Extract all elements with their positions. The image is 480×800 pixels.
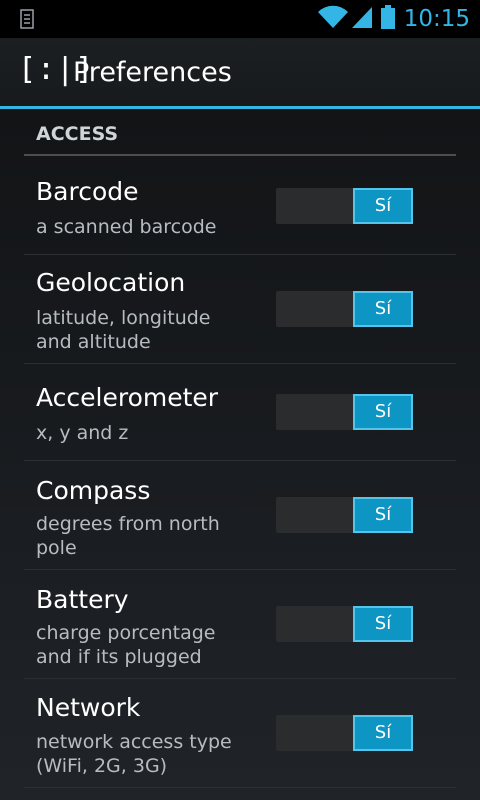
toggle-on-label: Sí	[353, 715, 413, 751]
status-time: 10:15	[403, 6, 470, 32]
battery-icon	[380, 5, 395, 33]
pref-summary: charge porcentage and if its plugged	[36, 622, 216, 668]
pref-title: Network	[36, 693, 141, 722]
pref-summary: latitude, longitude and altitude	[36, 307, 211, 353]
toggle-accelerometer[interactable]: Sí	[276, 394, 413, 430]
usb-debug-icon	[20, 9, 34, 29]
pref-title: Accelerometer	[36, 383, 219, 412]
toggle-compass[interactable]: Sí	[276, 497, 413, 533]
pref-title: Barcode	[36, 177, 139, 206]
section-header-access: ACCESS	[36, 123, 119, 145]
page-title: Preferences	[73, 57, 232, 88]
signal-icon	[351, 5, 373, 33]
toggle-battery[interactable]: Sí	[276, 606, 413, 642]
pref-title: Compass	[36, 476, 151, 505]
pref-row-network[interactable]: Network network access type (WiFi, 2G, 3…	[24, 679, 456, 788]
pref-row-accelerometer[interactable]: Accelerometer x, y and z Sí	[24, 364, 456, 461]
status-bar: 10:15	[0, 0, 480, 38]
toggle-on-label: Sí	[353, 497, 413, 533]
toggle-on-label: Sí	[353, 606, 413, 642]
toggle-on-label: Sí	[353, 188, 413, 224]
toggle-on-label: Sí	[353, 394, 413, 430]
pref-row-battery[interactable]: Battery charge porcentage and if its plu…	[24, 570, 456, 679]
wifi-icon	[317, 5, 349, 33]
pref-title: Geolocation	[36, 268, 186, 297]
pref-row-compass[interactable]: Compass degrees from north pole Sí	[24, 461, 456, 570]
pref-summary: a scanned barcode	[36, 216, 217, 238]
toggle-geolocation[interactable]: Sí	[276, 291, 413, 327]
pref-summary: x, y and z	[36, 422, 129, 444]
pref-title: Battery	[36, 585, 129, 614]
toggle-on-label: Sí	[353, 291, 413, 327]
preferences-list: ACCESS Barcode a scanned barcode Sí Geol…	[0, 109, 480, 800]
pref-row-barcode[interactable]: Barcode a scanned barcode Sí	[24, 156, 456, 255]
pref-summary: degrees from north pole	[36, 513, 220, 559]
pref-row-geolocation[interactable]: Geolocation latitude, longitude and alti…	[24, 255, 456, 364]
toggle-barcode[interactable]: Sí	[276, 188, 413, 224]
pref-summary: network access type (WiFi, 2G, 3G)	[36, 731, 232, 777]
toggle-network[interactable]: Sí	[276, 715, 413, 751]
